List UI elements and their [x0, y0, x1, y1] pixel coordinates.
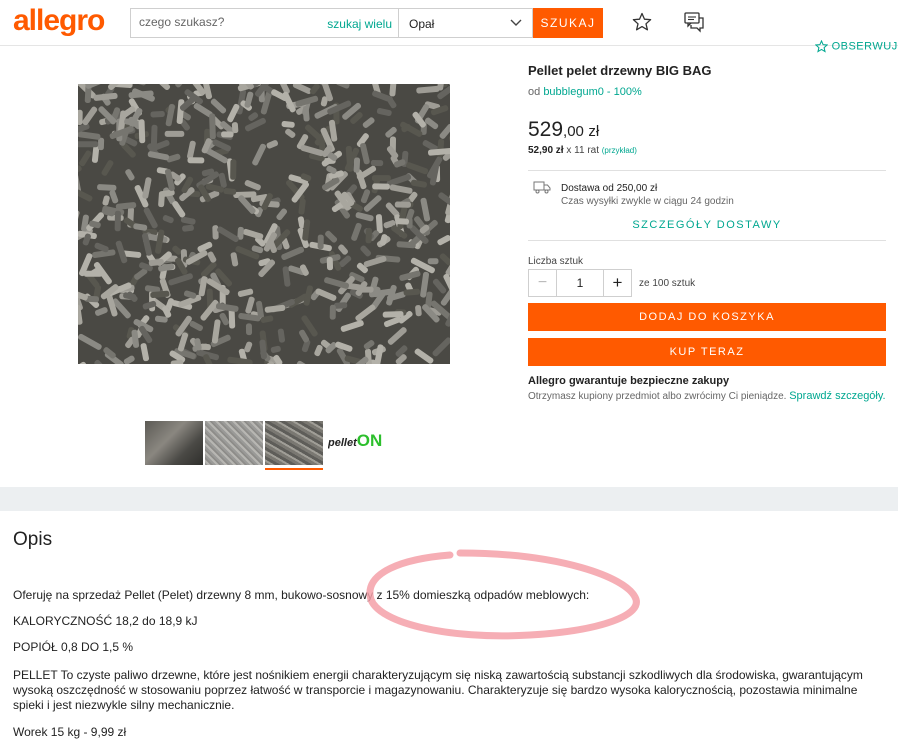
pellet-logo-text: pellet [328, 437, 357, 449]
star-outline-icon [814, 39, 829, 53]
guarantee-text: Otrzymasz kupiony przedmiot albo zwrócim… [528, 390, 886, 402]
category-select[interactable]: Opał [398, 8, 533, 38]
price: 529,00 zł [528, 118, 599, 142]
installments-line: 52,90 zł x 11 rat (przykład) [528, 145, 637, 156]
guarantee-title: Allegro gwarantuje bezpieczne zakupy [528, 375, 730, 387]
chat-icon[interactable] [683, 11, 705, 33]
description-paragraph: Oferuję na sprzedaż Pellet (Pelet) drzew… [13, 588, 590, 602]
thumbnail-1[interactable] [145, 421, 203, 465]
observe-button[interactable]: OBSERWUJ [814, 39, 898, 53]
search-input[interactable] [139, 15, 319, 29]
quantity-available: ze 100 sztuk [639, 278, 696, 289]
thumbnail-3[interactable] [265, 421, 323, 465]
product-main-image[interactable] [78, 84, 450, 364]
description-paragraph: Worek 15 kg - 9,99 zł [13, 725, 127, 739]
truck-icon [533, 181, 551, 194]
quantity-label: Liczba sztuk [528, 256, 584, 267]
divider [528, 170, 886, 171]
add-to-cart-button[interactable]: DODAJ DO KOSZYKA [528, 303, 886, 331]
search-button[interactable]: SZUKAJ [533, 8, 603, 38]
quantity-stepper: − + [528, 269, 632, 297]
seller-prefix: od [528, 86, 541, 98]
description-paragraph: KALORYCZNOŚĆ 18,2 do 18,9 kJ [13, 614, 198, 628]
installment-amount: 52,90 zł [528, 145, 564, 156]
allegro-logo[interactable]: allegro [13, 4, 105, 38]
thumbnail-2[interactable] [205, 421, 263, 465]
active-thumbnail-indicator [265, 468, 323, 470]
description-paragraph: PELLET To czyste paliwo drzewne, które j… [13, 668, 863, 712]
seller-line: od bubblegum0 - 100% [528, 86, 642, 98]
pellet-photo [78, 84, 450, 364]
chevron-down-icon [510, 19, 522, 26]
guarantee-details-link[interactable]: Sprawdź szczegóły. [789, 390, 885, 402]
price-currency: zł [588, 123, 600, 140]
description-paragraph: POPIÓŁ 0,8 DO 1,5 % [13, 640, 134, 654]
guarantee-description: Otrzymasz kupiony przedmiot albo zwrócim… [528, 391, 787, 402]
top-header: allegro szukaj wielu Opał SZUKAJ [0, 0, 898, 46]
pellet-logo-on: ON [356, 431, 383, 450]
thumbnail-pellet-on-logo[interactable]: pelletON [328, 431, 388, 455]
quantity-plus-button[interactable]: + [603, 270, 631, 296]
product-title: Pellet pelet drzewny BIG BAG [528, 63, 712, 78]
divider [528, 240, 886, 241]
delivery-details-link[interactable]: SZCZEGÓŁY DOSTAWY [528, 219, 886, 231]
seller-link[interactable]: bubblegum0 - 100% [543, 86, 641, 98]
search-many-link[interactable]: szukaj wielu [327, 17, 392, 31]
quantity-input[interactable] [557, 270, 603, 296]
installment-example-link[interactable]: (przykład) [602, 146, 637, 155]
section-separator [0, 487, 898, 511]
installment-text: x 11 rat [566, 145, 599, 156]
delivery-price: Dostawa od 250,00 zł [561, 183, 658, 194]
price-cents: ,00 [563, 123, 584, 140]
observe-label: OBSERWUJ [831, 40, 898, 53]
quantity-minus-button[interactable]: − [529, 270, 557, 296]
delivery-time: Czas wysyłki zwykle w ciągu 24 godzin [561, 196, 734, 207]
description-title: Opis [13, 529, 53, 550]
search-box: szukaj wielu [130, 8, 398, 38]
buy-now-button[interactable]: KUP TERAZ [528, 338, 886, 366]
price-main: 529 [528, 118, 564, 141]
star-icon[interactable] [632, 12, 652, 32]
category-value: Opał [409, 17, 435, 31]
